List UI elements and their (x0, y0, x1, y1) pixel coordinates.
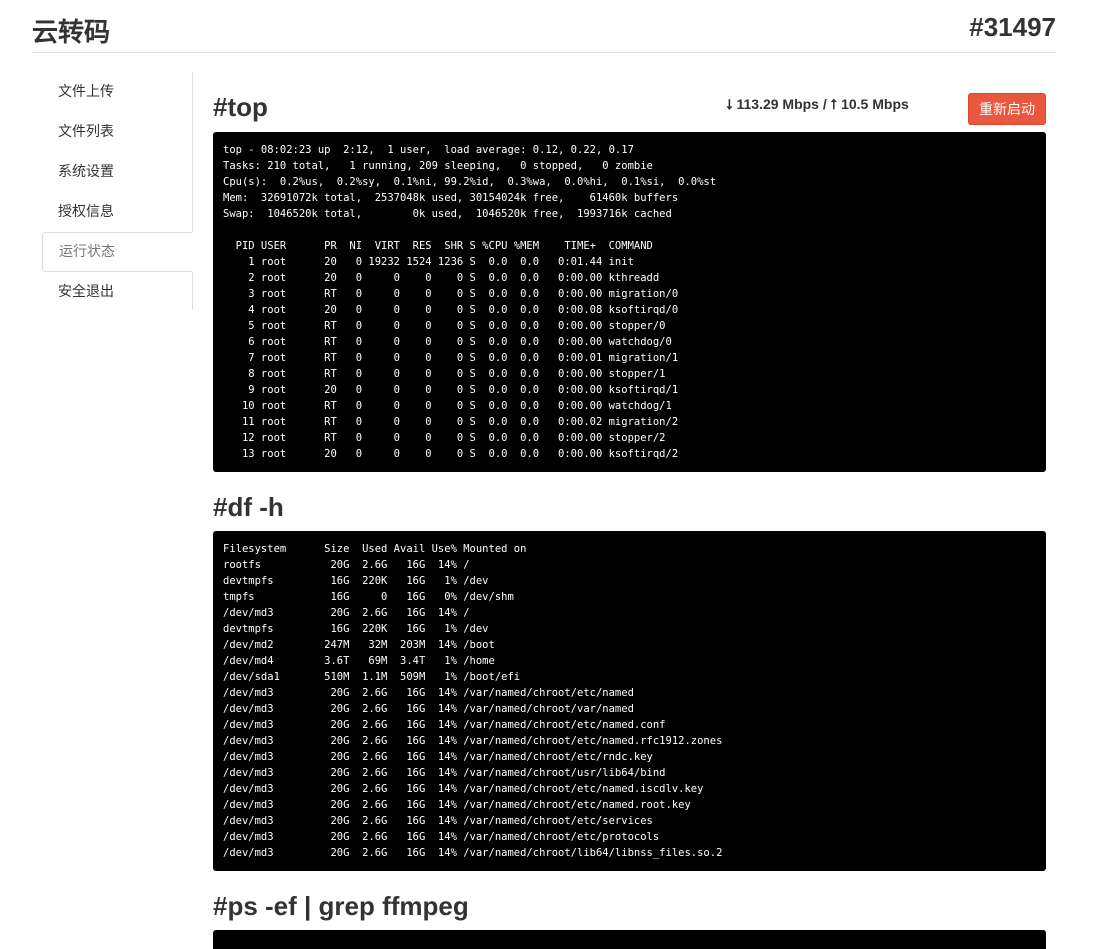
server-id: #31497 (969, 12, 1056, 42)
brand-title[interactable]: 云转码 (32, 12, 110, 49)
restart-button[interactable]: 重新启动 (968, 93, 1046, 125)
df-output: Filesystem Size Used Avail Use% Mounted … (213, 531, 1046, 871)
ps-output (213, 930, 1046, 949)
df-section-title: #df -h (213, 492, 284, 522)
network-speed: ⭣ 113.29 Mbps / ⭡ 10.5 Mbps (726, 96, 909, 112)
top-output: top - 08:02:23 up 2:12, 1 user, load ave… (213, 132, 1046, 472)
sidebar-item-license[interactable]: 授权信息 (42, 192, 193, 232)
sidebar-nav: 文件上传 文件列表 系统设置 授权信息 运行状态 安全退出 (42, 72, 193, 312)
sidebar-item-logout[interactable]: 安全退出 (42, 272, 193, 312)
top-section-title: #top (213, 92, 268, 122)
sidebar-item-status[interactable]: 运行状态 (42, 232, 193, 272)
sidebar-item-file-list[interactable]: 文件列表 (42, 112, 193, 152)
sidebar-item-settings[interactable]: 系统设置 (42, 152, 193, 192)
top-header: 云转码 #31497 (32, 0, 1056, 53)
ps-section-title: #ps -ef | grep ffmpeg (213, 891, 469, 921)
sidebar-item-upload[interactable]: 文件上传 (42, 72, 193, 112)
